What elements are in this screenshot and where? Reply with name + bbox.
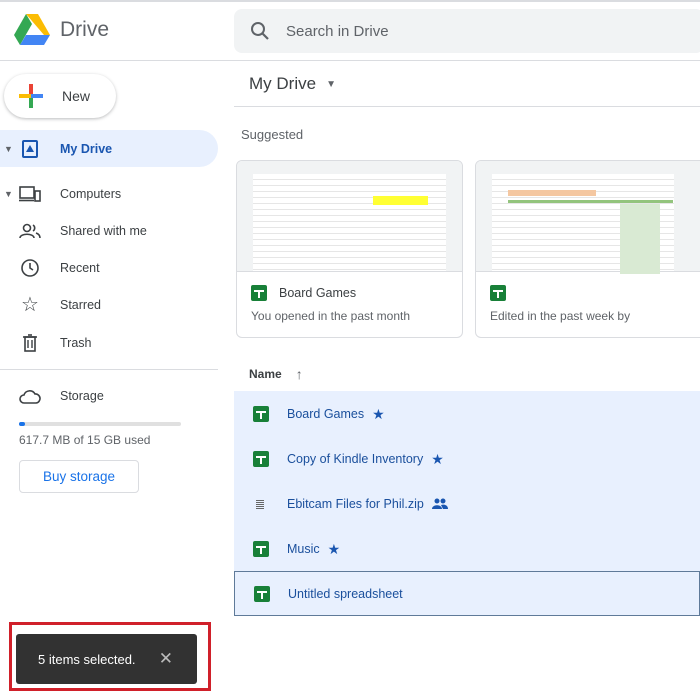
zip-icon — [256, 499, 264, 509]
title-divider — [234, 106, 700, 107]
sidebar-item-storage[interactable]: Storage — [0, 377, 218, 414]
suggested-card[interactable]: Edited in the past week by — [475, 160, 700, 338]
sheets-icon — [253, 541, 269, 557]
sidebar-item-label: Trash — [60, 335, 92, 350]
sheets-icon — [490, 285, 506, 301]
sidebar-item-trash[interactable]: Trash — [0, 324, 218, 361]
sidebar-item-label: My Drive — [60, 141, 113, 156]
sidebar-item-starred[interactable]: ☆ Starred — [0, 286, 218, 323]
file-row[interactable]: Untitled spreadsheet — [234, 571, 700, 616]
cloud-icon — [19, 385, 41, 407]
sidebar-item-computers[interactable]: ▼ Computers — [0, 175, 218, 212]
page-title[interactable]: My Drive ▼ — [249, 74, 336, 94]
selection-toast: 5 items selected. ✕ — [16, 634, 197, 684]
file-row[interactable]: Copy of Kindle Inventory ★ — [234, 436, 700, 481]
card-subtitle: You opened in the past month — [251, 309, 411, 323]
storage-progress-fill — [19, 422, 26, 426]
arrow-up-icon[interactable]: ↑ — [296, 366, 303, 382]
new-button[interactable]: New — [4, 74, 116, 118]
storage-progress-bar — [19, 422, 181, 426]
star-icon: ☆ — [21, 294, 39, 316]
trash-icon — [19, 332, 41, 354]
file-name: Ebitcam Files for Phil.zip — [287, 497, 424, 511]
card-file-name: Board Games — [279, 286, 357, 300]
sidebar-item-recent[interactable]: Recent — [0, 249, 218, 286]
close-icon[interactable]: ✕ — [159, 649, 173, 669]
clock-icon — [19, 257, 41, 279]
computers-icon — [19, 183, 41, 205]
file-name: Board Games — [287, 407, 365, 421]
file-thumbnail — [237, 161, 462, 272]
star-icon: ★ — [372, 405, 385, 422]
storage-label: Storage — [60, 388, 104, 403]
caret-down-icon[interactable]: ▼ — [326, 79, 336, 90]
name-column-header[interactable]: Name ↑ — [249, 366, 303, 382]
shared-icon — [431, 496, 448, 512]
sidebar-item-label: Computers — [60, 186, 122, 201]
search-input[interactable]: Search in Drive — [234, 9, 700, 53]
caret-down-icon[interactable]: ▼ — [4, 189, 13, 199]
file-row[interactable]: Music ★ — [234, 526, 700, 571]
column-label: Name — [249, 367, 282, 381]
top-border — [0, 0, 700, 2]
sheets-icon — [253, 406, 269, 422]
app-name: Drive — [60, 18, 110, 41]
search-icon[interactable] — [250, 21, 270, 41]
new-label: New — [62, 88, 91, 104]
sidebar-divider — [0, 369, 218, 370]
page-title-text: My Drive — [249, 74, 317, 93]
drive-logo[interactable]: Drive — [14, 14, 109, 46]
suggested-heading: Suggested — [241, 127, 304, 142]
sheets-icon — [253, 451, 269, 467]
file-row[interactable]: Board Games ★ — [234, 391, 700, 436]
my-drive-icon — [19, 138, 41, 160]
drive-logo-icon — [14, 14, 50, 45]
sheets-icon — [254, 585, 270, 602]
search-placeholder: Search in Drive — [286, 22, 389, 40]
toast-text: 5 items selected. — [38, 651, 136, 667]
shared-icon — [19, 220, 41, 242]
star-icon: ★ — [327, 540, 341, 557]
buy-storage-button[interactable]: Buy storage — [19, 460, 139, 493]
file-list: Board Games ★ Copy of Kindle Inventory ★ E… — [234, 391, 700, 616]
suggested-card[interactable]: Board Games You opened in the past month — [236, 160, 463, 338]
file-thumbnail — [476, 161, 700, 274]
sidebar-item-label: Recent — [60, 260, 100, 275]
sidebar-item-label: Shared with me — [60, 223, 147, 238]
card-subtitle: Edited in the past week by — [490, 309, 631, 323]
sidebar-item-my-drive[interactable]: ▼ My Drive — [0, 130, 218, 167]
plus-icon — [19, 84, 43, 108]
file-name: Copy of Kindle Inventory — [287, 452, 424, 466]
sidebar-item-label: Starred — [60, 297, 101, 312]
star-icon: ★ — [431, 450, 444, 467]
sidebar-item-shared-with-me[interactable]: Shared with me — [0, 212, 218, 249]
sheets-icon — [251, 285, 267, 301]
file-row[interactable]: Ebitcam Files for Phil.zip — [234, 481, 700, 526]
header-divider — [0, 60, 700, 61]
storage-usage-text: 617.7 MB of 15 GB used — [19, 433, 151, 447]
file-name: Music — [287, 542, 320, 556]
file-name: Untitled spreadsheet — [288, 586, 403, 601]
caret-down-icon[interactable]: ▼ — [4, 144, 13, 154]
